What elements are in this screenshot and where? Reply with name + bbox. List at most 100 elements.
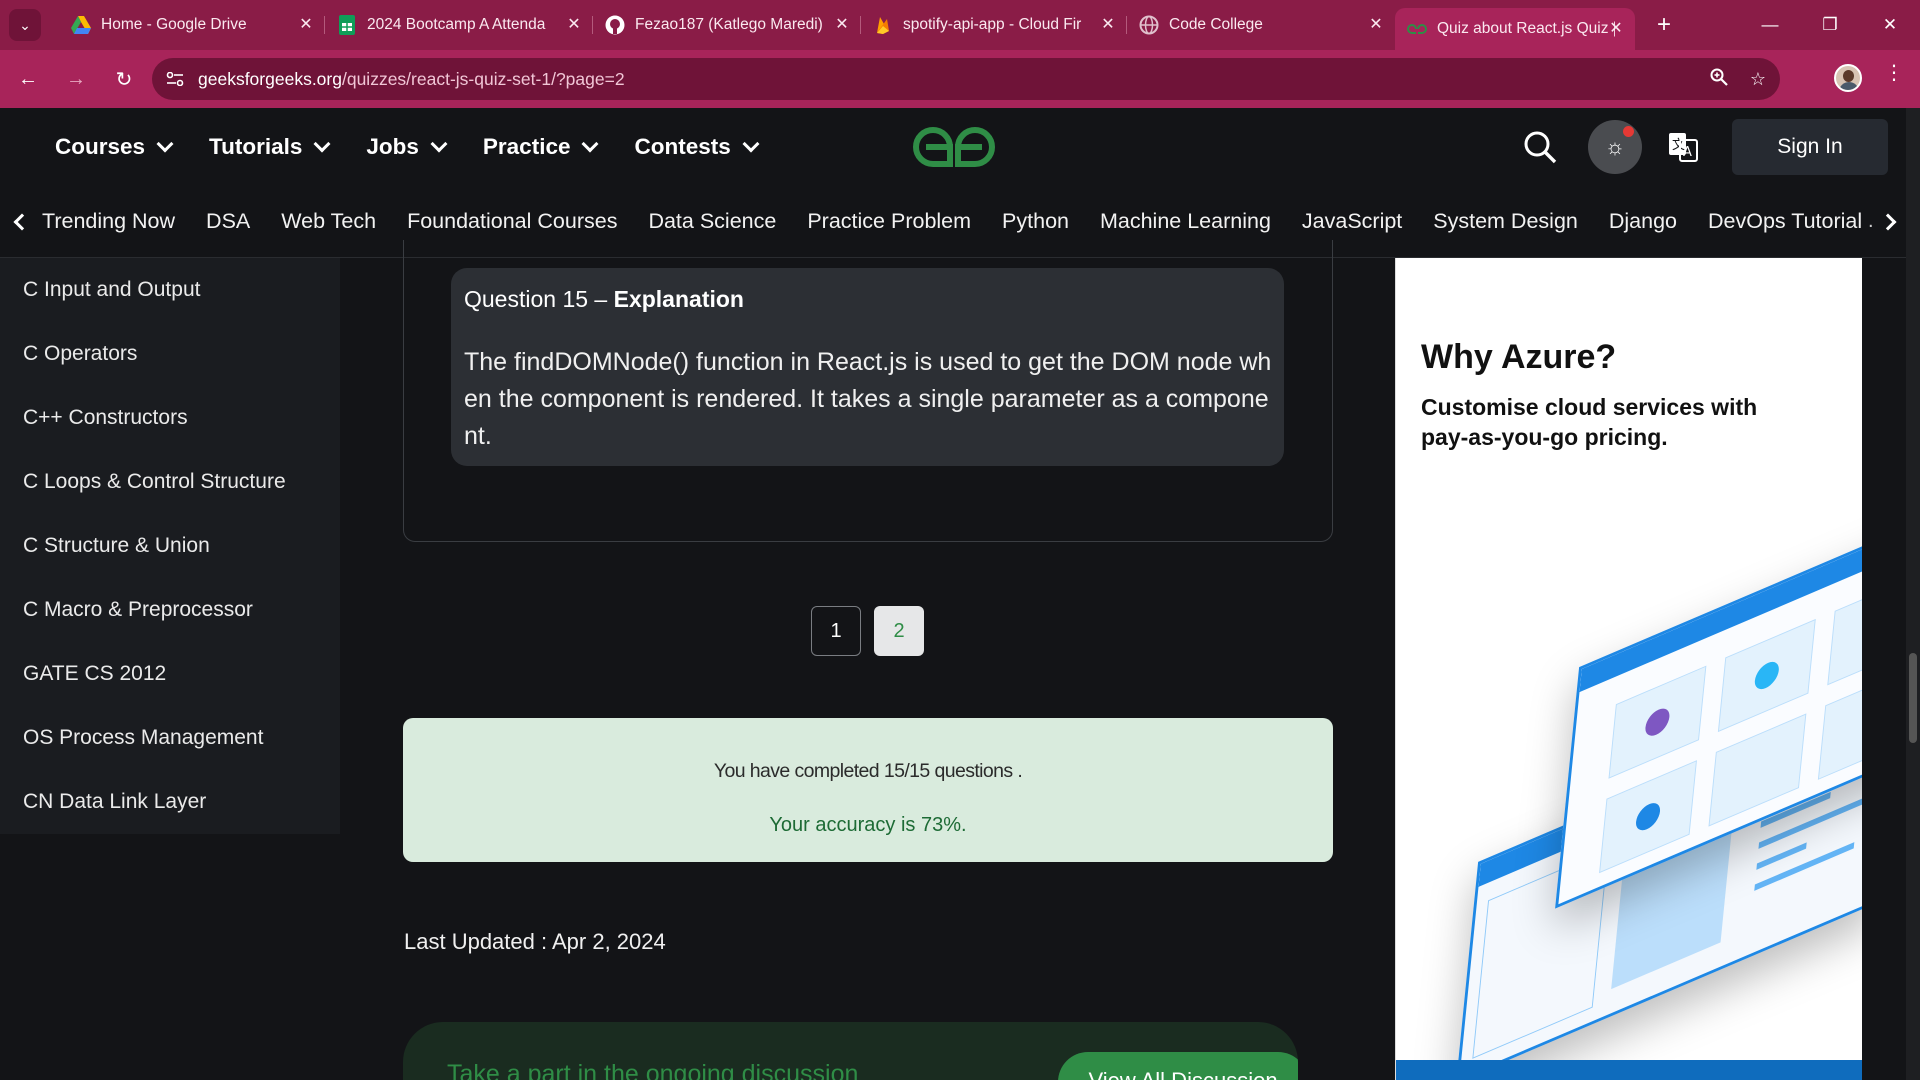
close-icon[interactable]: ✕ (297, 16, 315, 34)
zoom-icon[interactable] (1710, 68, 1728, 91)
theme-toggle-icon[interactable]: ☼ (1588, 120, 1642, 174)
chevron-down-icon (581, 135, 599, 153)
github-icon (605, 15, 625, 35)
last-updated: Last Updated : Apr 2, 2024 (404, 929, 666, 954)
sidebar-item-c-structure-union[interactable]: C Structure & Union (23, 534, 210, 558)
explanation-heading: Question 15 – Explanation (464, 286, 744, 312)
close-icon[interactable]: ✕ (565, 16, 583, 34)
site-header: Courses Tutorials Jobs Practice Contests… (0, 108, 1906, 186)
chevron-down-icon (742, 135, 760, 153)
main-menu: Courses Tutorials Jobs Practice Contests (55, 134, 760, 160)
sidebar-item-c-input-output[interactable]: C Input and Output (23, 278, 200, 302)
globe-icon (1139, 15, 1159, 35)
site-info-icon[interactable] (164, 68, 186, 90)
azure-advertisement[interactable]: Why Azure? Customise cloud services with… (1395, 258, 1862, 1080)
gfg-logo[interactable] (906, 122, 1002, 172)
tab-search-button[interactable]: ⌄ (9, 9, 41, 41)
pagination: 1 2 (811, 606, 924, 656)
scrollbar-thumb[interactable] (1909, 653, 1917, 743)
page-2-button[interactable]: 2 (874, 606, 924, 656)
translate-icon[interactable]: 文A (1668, 132, 1698, 162)
chevron-down-icon (156, 135, 174, 153)
close-icon[interactable]: ✕ (1367, 16, 1385, 34)
minimize-button[interactable]: — (1740, 0, 1800, 50)
url-text: geeksforgeeks.org/quizzes/react-js-quiz-… (198, 68, 625, 89)
bookmark-star-icon[interactable]: ☆ (1750, 69, 1766, 90)
ad-footer-bar (1396, 1060, 1862, 1080)
topic-dsa[interactable]: DSA (206, 209, 250, 234)
tab-title: spotify-api-app - Cloud Fir (903, 16, 1082, 33)
completion-text: You have completed 15/15 questions . (713, 760, 1023, 782)
ad-subheading: Customise cloud services with pay-as-you… (1421, 394, 1758, 450)
new-tab-button[interactable]: + (1649, 11, 1679, 39)
page-scrollbar[interactable] (1906, 108, 1920, 1080)
topic-list: Trending Now DSA Web Tech Foundational C… (42, 209, 1862, 234)
close-icon[interactable]: ✕ (833, 16, 851, 34)
topic-python[interactable]: Python (1002, 209, 1069, 234)
tab-code-college[interactable]: Code College ✕ (1127, 0, 1395, 50)
quiz-result-panel: You have completed 15/15 questions . You… (403, 718, 1333, 862)
close-icon[interactable]: ✕ (1099, 16, 1117, 34)
close-icon[interactable]: ✕ (1607, 20, 1625, 38)
topic-trending-now[interactable]: Trending Now (42, 209, 175, 234)
topic-devops-tutorial[interactable]: DevOps Tutorial (1708, 209, 1862, 234)
accuracy-text: Your accuracy is 73%. (769, 814, 967, 836)
topic-web-tech[interactable]: Web Tech (281, 209, 376, 234)
menu-contests[interactable]: Contests (634, 134, 760, 160)
profile-avatar[interactable] (1834, 64, 1862, 92)
google-sheets-icon (337, 15, 357, 35)
sidebar-item-cn-data-link[interactable]: CN Data Link Layer (23, 790, 206, 814)
topic-foundational-courses[interactable]: Foundational Courses (407, 209, 617, 234)
menu-tutorials[interactable]: Tutorials (209, 134, 331, 160)
window-controls: — ❐ ✕ (1740, 0, 1920, 50)
chevron-down-icon (430, 135, 448, 153)
tab-title: 2024 Bootcamp A Attenda (367, 16, 546, 33)
forward-button[interactable]: → (56, 59, 96, 99)
menu-practice[interactable]: Practice (483, 134, 599, 160)
discussion-banner: Take a part in the ongoing discussion Vi… (403, 1022, 1298, 1080)
sidebar-item-c-loops[interactable]: C Loops & Control Structure (23, 470, 286, 494)
sidebar-item-gate-cs-2012[interactable]: GATE CS 2012 (23, 662, 166, 686)
tab-bootcamp-sheet[interactable]: 2024 Bootcamp A Attenda ✕ (325, 0, 593, 50)
page-1-button[interactable]: 1 (811, 606, 861, 656)
search-icon[interactable] (1520, 127, 1560, 167)
svg-text:A: A (1683, 145, 1692, 160)
explanation-box: Question 15 – Explanation The findDOMNod… (451, 268, 1284, 466)
restore-button[interactable]: ❐ (1800, 0, 1860, 50)
url-field[interactable]: geeksforgeeks.org/quizzes/react-js-quiz-… (152, 58, 1780, 100)
firebase-icon (873, 15, 893, 35)
tab-react-quiz[interactable]: Quiz about React.js Quiz | G ✕ (1395, 8, 1635, 50)
sidebar-item-c-macro[interactable]: C Macro & Preprocessor (23, 598, 253, 622)
sign-in-button[interactable]: Sign In (1732, 119, 1888, 175)
menu-courses[interactable]: Courses (55, 134, 174, 160)
topic-practice-problem[interactable]: Practice Problem (807, 209, 971, 234)
topic-django[interactable]: Django (1609, 209, 1677, 234)
sidebar-item-os-process[interactable]: OS Process Management (23, 726, 263, 750)
topic-system-design[interactable]: System Design (1433, 209, 1578, 234)
close-window-button[interactable]: ✕ (1860, 0, 1920, 50)
tab-firebase[interactable]: spotify-api-app - Cloud Fir ✕ (861, 0, 1127, 50)
ad-heading: Why Azure? (1421, 338, 1617, 376)
view-all-discussion-button[interactable]: View All Discussion (1058, 1052, 1298, 1080)
topic-data-science[interactable]: Data Science (648, 209, 776, 234)
menu-jobs[interactable]: Jobs (366, 134, 448, 160)
explanation-text: The findDOMNode() function in React.js i… (464, 348, 1272, 450)
tab-list: Home - Google Drive ✕ 2024 Bootcamp A At… (59, 0, 1679, 50)
sidebar-item-c-operators[interactable]: C Operators (23, 342, 137, 366)
discussion-text: Take a part in the ongoing discussion (447, 1060, 859, 1080)
tab-github[interactable]: Fezao187 (Katlego Maredi) ✕ (593, 0, 861, 50)
tab-title: Quiz about React.js Quiz | G (1437, 20, 1615, 37)
tab-title: Fezao187 (Katlego Maredi) (635, 16, 823, 33)
topic-javascript[interactable]: JavaScript (1302, 209, 1402, 234)
topic-machine-learning[interactable]: Machine Learning (1100, 209, 1271, 234)
back-button[interactable]: ← (8, 59, 48, 99)
chevron-right-icon[interactable] (1879, 213, 1897, 231)
browser-menu-icon[interactable]: ⋮ (1882, 60, 1906, 85)
browser-tabstrip: ⌄ Home - Google Drive ✕ 2024 Bootcamp A … (0, 0, 1920, 50)
chevron-left-icon[interactable] (13, 213, 31, 230)
reload-button[interactable]: ↻ (104, 59, 144, 99)
tab-google-drive[interactable]: Home - Google Drive ✕ (59, 0, 325, 50)
sidebar-item-cpp-constructors[interactable]: C++ Constructors (23, 406, 188, 430)
notification-dot (1623, 126, 1634, 137)
chevron-down-icon (313, 135, 331, 153)
